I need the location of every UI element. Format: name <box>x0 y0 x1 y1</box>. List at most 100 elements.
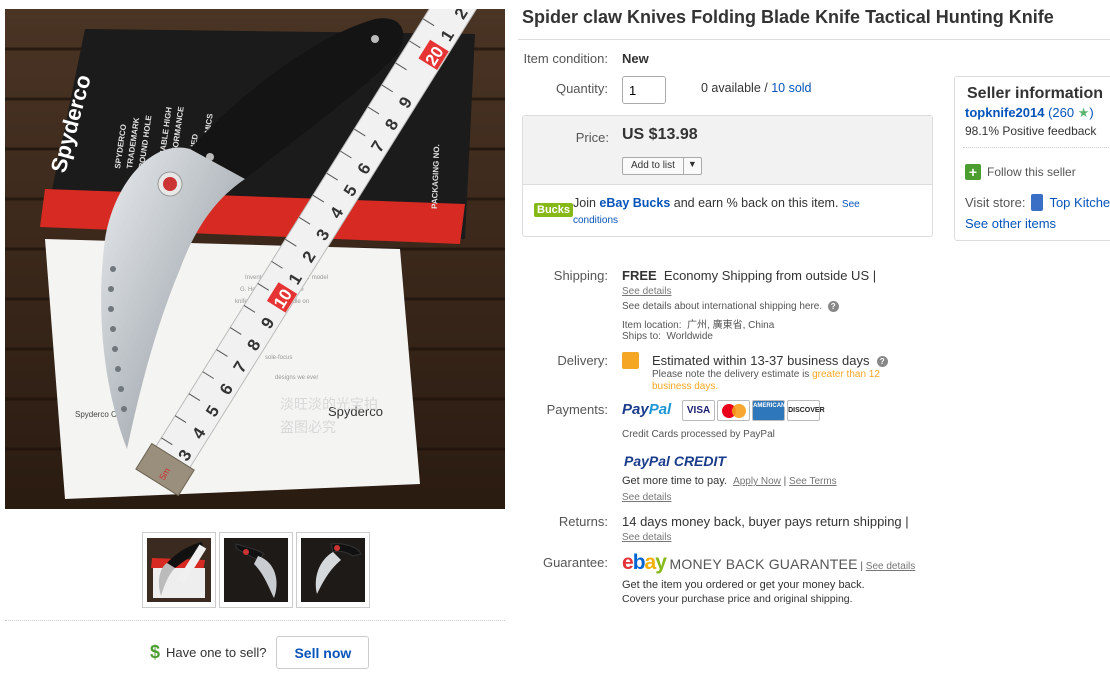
svg-text:盗图必究: 盗图必究 <box>280 420 336 436</box>
delivery-note-text: Please note the delivery estimate is <box>652 369 813 380</box>
paypal-credit-row: Get more time to pay. Apply Now | See Te… <box>622 475 837 487</box>
ebay-bucks-link[interactable]: eBay Bucks <box>599 196 670 210</box>
bucks-conditions-link[interactable]: conditions <box>573 215 618 226</box>
money-back-guarantee: ebay MONEY BACK GUARANTEE | See details <box>622 551 916 574</box>
delivery-label: Delivery: <box>557 353 608 368</box>
plus-icon: + <box>965 164 981 180</box>
main-product-image[interactable]: Inventor Chris Reeve for model G. He mor… <box>5 9 505 509</box>
seller-feedback: 98.1% Positive feedback <box>965 124 1097 138</box>
dollar-icon: $ <box>150 642 161 662</box>
guarantee-title: MONEY BACK GUARANTEE <box>669 556 858 572</box>
paypal-logo: PayPal <box>622 400 672 418</box>
chevron-down-icon[interactable]: ▼ <box>682 158 701 174</box>
delivery-estimate: Estimated within 13-37 business days ? <box>652 353 888 368</box>
seller-divider <box>963 147 1110 148</box>
item-location-value: 广州, 廣東省, China <box>687 320 775 331</box>
payments-see-details-link[interactable]: See details <box>622 492 671 503</box>
shipping-value: FREE Economy Shipping from outside US | <box>622 268 876 283</box>
visit-store-row: Visit store: Top Kitchen Knife <box>965 194 1110 211</box>
ebay-bucks-text: Join eBay Bucks and earn % back on this … <box>573 196 923 228</box>
mastercard-icon <box>717 400 751 421</box>
thumbnail-3-image <box>301 538 365 602</box>
discover-icon: DISCOVER <box>787 400 825 421</box>
apply-now-link[interactable]: Apply Now <box>733 476 781 487</box>
availability: 0 available / 10 sold <box>701 81 812 95</box>
visa-icon: VISA <box>682 400 716 421</box>
guarantee-label: Guarantee: <box>542 555 608 570</box>
credit-cards-note: Credit Cards processed by PayPal <box>622 429 775 440</box>
intl-shipping-note: See details about international shipping… <box>622 301 839 312</box>
seller-info-panel: Seller information topknife2014 (260 ★) … <box>954 76 1110 241</box>
more-time-text: Get more time to pay. <box>622 475 727 487</box>
price-value: US $13.98 <box>622 126 698 143</box>
sold-count-link[interactable]: 10 sold <box>771 81 811 95</box>
delivery-estimate-text: Estimated within 13-37 business days <box>652 353 870 368</box>
bucks-text-pre: Join <box>573 196 600 210</box>
visit-store-label: Visit store: <box>965 195 1026 210</box>
thumbnail-1-image <box>147 538 211 602</box>
payments-label: Payments: <box>546 402 608 417</box>
thumbnail-3[interactable] <box>296 532 370 608</box>
seller-name-row: topknife2014 (260 ★) <box>965 105 1094 121</box>
sell-now-button[interactable]: Sell now <box>276 636 370 669</box>
quantity-input[interactable] <box>622 76 666 104</box>
ships-to-value: Worldwide <box>666 331 713 342</box>
seller-name-link[interactable]: topknife2014 <box>965 105 1044 120</box>
left-divider <box>5 620 505 621</box>
bucks-text-post: and earn % back on this item. <box>670 196 842 210</box>
shipping-method: Economy Shipping from outside US | <box>663 268 877 283</box>
help-icon[interactable]: ? <box>876 356 888 368</box>
ships-to-label: Ships to: <box>622 331 661 342</box>
shipping-label: Shipping: <box>553 268 608 283</box>
returns-label: Returns: <box>558 514 608 529</box>
flag-icon <box>622 352 639 369</box>
item-location-label: Item location: <box>622 320 682 331</box>
store-link[interactable]: Top Kitchen Knife <box>1049 195 1110 210</box>
guarantee-line-1: Get the item you ordered or get your mon… <box>622 579 865 591</box>
seller-score-open[interactable]: (260 <box>1044 105 1077 120</box>
quantity-label: Quantity: <box>555 81 608 96</box>
svg-text:sole-focus: sole-focus <box>265 355 292 361</box>
returns-value: 14 days money back, buyer pays return sh… <box>622 514 909 529</box>
intl-shipping-text: See details about international shipping… <box>622 301 823 313</box>
thumbnail-strip <box>142 532 370 608</box>
returns-see-details-link[interactable]: See details <box>622 532 671 543</box>
thumbnail-2[interactable] <box>219 532 293 608</box>
guarantee-see-details-link[interactable]: See details <box>866 561 915 572</box>
svg-text:淡旺淡的光宝拍: 淡旺淡的光宝拍 <box>280 397 378 413</box>
title-divider <box>518 39 1110 40</box>
bucks-see-link[interactable]: See <box>842 199 860 210</box>
help-icon[interactable]: ? <box>827 301 839 312</box>
sell-prompt: $ Have one to sell? Sell now <box>150 636 370 669</box>
see-terms-link[interactable]: See Terms <box>789 476 837 487</box>
condition-value: New <box>622 51 649 66</box>
follow-seller-button[interactable]: + Follow this seller <box>965 164 1076 180</box>
thumbnail-1[interactable] <box>142 532 216 608</box>
price-label: Price: <box>575 130 609 145</box>
ebay-logo: ebay <box>622 551 667 574</box>
ebay-bucks-icon: Bucks <box>534 203 574 217</box>
svg-text:designs we ever: designs we ever <box>275 375 318 381</box>
available-count: 0 available <box>701 81 761 95</box>
shipping-see-details-link[interactable]: See details <box>622 286 671 297</box>
guarantee-line-2: Covers your purchase price and original … <box>622 593 853 605</box>
shipping-free: FREE <box>622 268 657 283</box>
add-to-list-label[interactable]: Add to list <box>623 158 683 174</box>
store-icon <box>1031 194 1044 211</box>
follow-seller-label[interactable]: Follow this seller <box>987 165 1076 179</box>
ships-to: Ships to: Worldwide <box>622 331 713 342</box>
sell-question: Have one to sell? <box>166 645 267 660</box>
see-other-items-link[interactable]: See other items <box>965 216 1056 231</box>
page-title: Spider claw Knives Folding Blade Knife T… <box>522 7 1054 27</box>
thumbnail-2-image <box>224 538 288 602</box>
paypal-credit-logo: PayPal CREDIT <box>624 453 726 469</box>
add-to-list-button[interactable]: Add to list ▼ <box>622 157 702 175</box>
payment-methods: PayPal VISA AMERICAN EXPRESSDISCOVER <box>622 400 825 421</box>
product-photo: Inventor Chris Reeve for model G. He mor… <box>5 9 505 509</box>
delivery-note: Please note the delivery estimate is gre… <box>652 369 922 393</box>
seller-info-title: Seller information <box>967 85 1104 102</box>
price-box: Price: US $13.98 Add to list ▼ Bucks Joi… <box>522 115 933 237</box>
price-panel <box>523 116 932 185</box>
star-icon: ★ <box>1077 105 1090 120</box>
condition-label: Item condition: <box>523 51 608 66</box>
